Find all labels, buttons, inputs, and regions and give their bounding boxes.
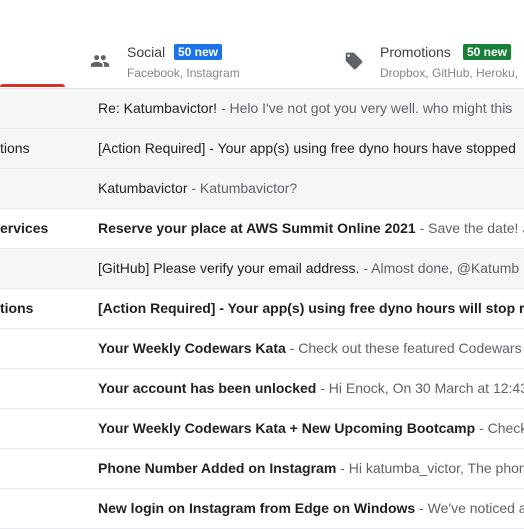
email-snippet: - We've noticed a n (419, 500, 524, 516)
email-row[interactable]: tions [Action Required] - Your app(s) us… (0, 129, 524, 169)
tab-primary-active-indicator (0, 84, 65, 87)
email-subject: Katumbavictor (98, 180, 188, 196)
email-snippet: - Check out these featured Codewars k (285, 340, 524, 356)
tab-promotions[interactable]: Promotions 50 new Dropbox, GitHub, Herok… (332, 32, 524, 88)
email-row[interactable]: tions [Action Required] - Your app(s) us… (0, 289, 524, 329)
email-subject: Your Weekly Codewars Kata + New Upcoming… (98, 420, 476, 436)
email-row[interactable]: Your Weekly Codewars Kata + New Upcoming… (0, 409, 524, 449)
email-row[interactable]: [GitHub] Please verify your email addres… (0, 249, 524, 289)
email-row[interactable]: Katumbavictor - Katumbavictor? (0, 169, 524, 209)
email-snippet: - Save the date! Jo (419, 220, 524, 236)
tab-social-new-badge: 50 new (174, 44, 223, 60)
email-row[interactable]: ervices Reserve your place at AWS Summit… (0, 209, 524, 249)
email-subject: [Action Required] - Your app(s) using fr… (98, 300, 524, 316)
email-subject: New login on Instagram from Edge on Wind… (98, 500, 416, 516)
email-snippet: - Check o (479, 420, 524, 436)
toolbar (0, 0, 524, 33)
email-row[interactable]: Phone Number Added on Instagram - Hi kat… (0, 449, 524, 489)
email-subject: Your Weekly Codewars Kata (98, 340, 286, 356)
tab-promotions-senders: Dropbox, GitHub, Heroku, (380, 66, 519, 80)
email-row[interactable]: Your Weekly Codewars Kata - Check out th… (0, 329, 524, 369)
email-subject: Re: Katumbavictor! (98, 100, 218, 116)
email-snippet: - Katumbavictor? (187, 180, 298, 196)
email-list: Re: Katumbavictor! - Helo I've not got y… (0, 89, 524, 529)
tab-social[interactable]: Social 50 new Facebook, Instagram (80, 32, 330, 88)
tag-icon (345, 52, 363, 70)
email-sender: tions (0, 140, 30, 156)
tab-social-title: Social (127, 44, 166, 60)
email-subject: [GitHub] Please verify your email addres… (98, 260, 360, 276)
category-tabs: Social 50 new Facebook, Instagram Promot… (0, 32, 524, 89)
email-row[interactable]: Your account has been unlocked - Hi Enoc… (0, 369, 524, 409)
email-snippet: - Almost done, @Katumb (359, 260, 520, 276)
email-subject: Reserve your place at AWS Summit Online … (98, 220, 416, 236)
email-sender: tions (0, 300, 34, 316)
email-snippet: - Helo I've not got you very well. who m… (217, 100, 513, 116)
email-subject: [Action Required] - Your app(s) using fr… (98, 140, 516, 156)
email-sender: ervices (0, 220, 49, 236)
people-icon (90, 55, 110, 67)
email-snippet: - Hi Enock, On 30 March at 12:43 (316, 380, 524, 396)
tab-social-senders: Facebook, Instagram (127, 66, 240, 80)
email-snippet: - Hi katumba_victor, The phone (336, 460, 524, 476)
email-subject: Phone Number Added on Instagram (98, 460, 337, 476)
email-subject: Your account has been unlocked (98, 380, 317, 396)
email-row[interactable]: Re: Katumbavictor! - Helo I've not got y… (0, 89, 524, 129)
tab-promotions-title: Promotions (380, 44, 451, 60)
tab-promotions-new-badge: 50 new (463, 44, 512, 60)
email-row[interactable]: New login on Instagram from Edge on Wind… (0, 489, 524, 529)
